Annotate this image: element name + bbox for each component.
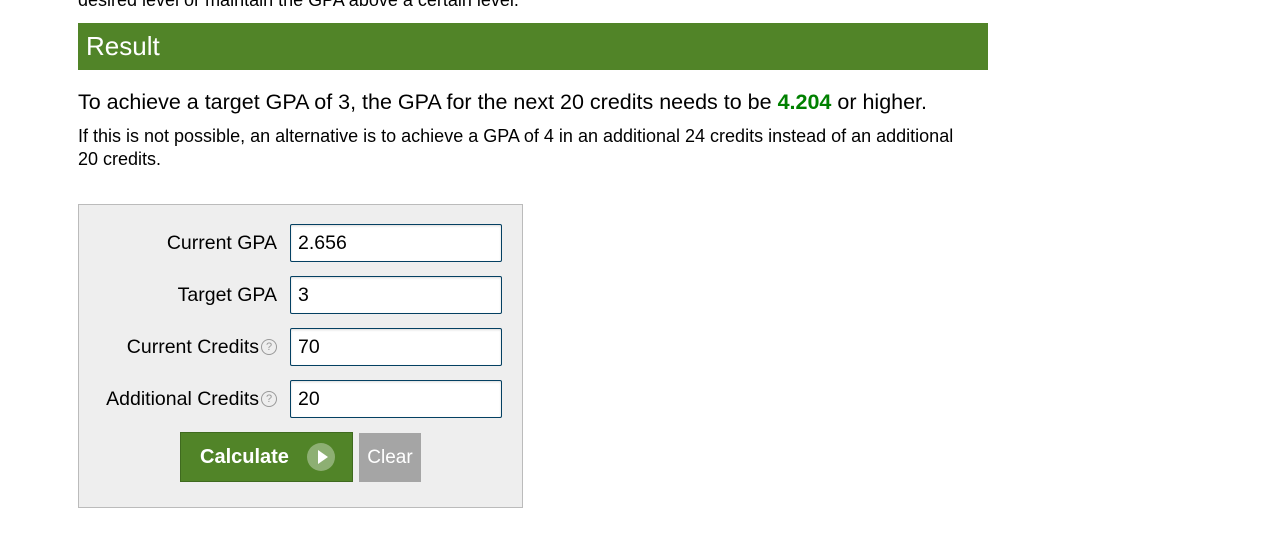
target-gpa-row: Target GPA	[79, 276, 524, 314]
clear-button[interactable]: Clear	[359, 433, 421, 482]
result-summary-suffix: or higher.	[831, 90, 928, 114]
current-gpa-input[interactable]	[290, 224, 502, 262]
current-gpa-label: Current GPA	[167, 224, 277, 262]
result-title: Result	[86, 31, 160, 61]
current-credits-label-text: Current Credits	[126, 336, 259, 358]
calculate-button-label: Calculate	[200, 446, 289, 468]
result-summary: To achieve a target GPA of 3, the GPA fo…	[78, 89, 927, 115]
result-header: Result	[78, 23, 988, 70]
additional-credits-label: Additional Credits?	[106, 380, 277, 418]
gpa-calculator-page: desired level or maintain the GPA above …	[0, 0, 1262, 543]
additional-credits-row: Additional Credits?	[79, 380, 524, 418]
question-circle-icon[interactable]: ?	[261, 391, 277, 407]
intro-text: desired level or maintain the GPA above …	[78, 0, 519, 10]
current-credits-label: Current Credits?	[127, 328, 277, 366]
current-credits-input[interactable]	[290, 328, 502, 366]
current-gpa-row: Current GPA	[79, 224, 524, 262]
calculator-form: Current GPA Target GPA Current Credits? …	[78, 204, 523, 508]
current-gpa-label-text: Current GPA	[166, 232, 277, 254]
target-gpa-input[interactable]	[290, 276, 502, 314]
result-alternative: If this is not possible, an alternative …	[78, 126, 954, 169]
result-summary-prefix: To achieve a target GPA of 3, the GPA fo…	[78, 90, 778, 114]
additional-credits-label-text: Additional Credits	[106, 388, 259, 410]
question-circle-icon[interactable]: ?	[261, 339, 277, 355]
target-gpa-label: Target GPA	[178, 276, 277, 314]
required-gpa-value: 4.204	[777, 90, 832, 114]
additional-credits-input[interactable]	[290, 380, 502, 418]
target-gpa-label-text: Target GPA	[177, 284, 277, 306]
play-icon	[307, 443, 335, 471]
calculate-button[interactable]: Calculate	[180, 432, 353, 482]
current-credits-row: Current Credits?	[79, 328, 524, 366]
